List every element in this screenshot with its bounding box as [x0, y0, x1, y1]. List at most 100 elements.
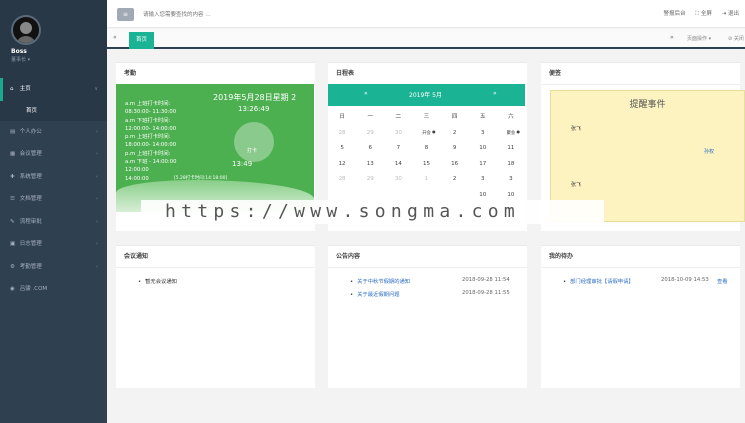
list-item[interactable]: • 部门经理审批【请假申请】 — [563, 277, 634, 285]
calendar-day[interactable]: 2 — [441, 172, 469, 188]
sidebar-subitem-index[interactable]: 首页 — [0, 100, 107, 121]
tab-scroll-left-icon[interactable]: « — [113, 34, 117, 41]
sidebar-item-documents[interactable]: ☰ 文档管理 ‹ — [0, 188, 107, 211]
calendar-day-label: 13 — [366, 160, 374, 167]
top-bar: ≡ 警报后台 ⛶ 全屏 ⇥ 退出 — [107, 0, 745, 28]
notice-link[interactable]: 关于中秋节假期的通知 — [357, 279, 410, 285]
sidebar-item-label: 日志管理 — [19, 241, 42, 247]
calendar-day-label: 7 — [396, 145, 401, 151]
page-ops-dropdown[interactable]: 页面操作 ▾ — [687, 35, 711, 42]
calendar-day[interactable]: 13 — [356, 157, 384, 173]
attendance-schedule: a.m 上班打卡时间: 08:30:00- 11:30:00 a.m 下班打卡时… — [125, 100, 176, 183]
fullscreen-button[interactable]: ⛶ 全屏 — [695, 11, 712, 17]
calendar-week-row: 28 29 30 开会 ● 2 3 聚会 ● — [328, 126, 525, 142]
calendar-weekday: 日 — [339, 114, 345, 120]
schedule-line: a.m 下班打卡时间: — [125, 117, 171, 124]
todo-link[interactable]: 部门经理审批【请假申请】 — [570, 279, 634, 285]
calendar-day[interactable]: 15 — [412, 157, 440, 173]
sidebar-item-system[interactable]: ✚ 系统管理 ‹ — [0, 166, 107, 189]
sidebar-item-attendance[interactable]: ⚙ 考勤管理 ‹ — [0, 256, 107, 279]
office-icon: ▤ — [10, 128, 16, 135]
bullet-icon: • — [138, 279, 142, 285]
user-role-dropdown[interactable]: 董事长 ▾ — [11, 56, 107, 63]
calendar-day[interactable]: 10 — [469, 141, 497, 157]
sidebar-item-site[interactable]: ◉ 吕骏 .COM — [0, 278, 107, 301]
sidebar-item-label: 吕骏 .COM — [19, 286, 48, 292]
calendar-day-label: 开会 — [422, 130, 431, 136]
calendar-event[interactable]: 开会 ● — [412, 126, 440, 142]
calendar-day[interactable]: 17 — [469, 157, 497, 173]
calendar-day-label: 16 — [451, 160, 459, 167]
memo-tag[interactable]: 张飞 — [571, 181, 581, 188]
calendar-day[interactable]: 5 — [328, 141, 356, 157]
calendar-day[interactable]: 8 — [412, 141, 440, 157]
calendar-next-icon[interactable]: » — [493, 90, 497, 97]
notice-date: 2018-09-28 11:55 — [462, 290, 510, 296]
memo-tag[interactable]: 孙权 — [704, 148, 714, 155]
list-item[interactable]: • 关于中秋节假期的通知 — [350, 277, 410, 285]
calendar-day[interactable]: 3 — [469, 172, 497, 188]
avatar[interactable] — [11, 15, 41, 45]
chevron-left-icon: ‹ — [96, 218, 98, 225]
tab-scroll-right-icon[interactable]: » — [670, 34, 674, 41]
calendar-day[interactable]: 30 — [384, 172, 412, 188]
calendar-day[interactable]: 6 — [356, 141, 384, 157]
calendar-day[interactable]: 28 — [328, 126, 356, 142]
sidebar-item-logs[interactable]: ▣ 日志管理 ‹ — [0, 233, 107, 256]
logout-button[interactable]: ⇥ 退出 — [722, 11, 739, 17]
panel-title: 会议通知 — [116, 246, 315, 268]
calendar-day[interactable]: 1 — [412, 172, 440, 188]
calendar-day[interactable]: 28 — [328, 172, 356, 188]
calendar-day[interactable]: 3 — [497, 172, 525, 188]
sidebar-item-personal-office[interactable]: ▤ 个人办公 ‹ — [0, 121, 107, 144]
calendar-day[interactable]: 18 — [497, 157, 525, 173]
calendar-weekday: 二 — [395, 114, 402, 120]
chevron-left-icon: ‹ — [96, 241, 98, 247]
sidebar-item-home[interactable]: ⌂ 主页 ∨ — [0, 78, 107, 101]
sidebar-item-meetings[interactable]: ▦ 会议管理 ‹ — [0, 143, 107, 166]
sidebar-nav: ⌂ 主页 ∨ 首页 ▤ 个人办公 ‹ ▦ 会议管理 ‹ ✚ 系统管理 ‹ ☰ 文… — [0, 78, 107, 301]
admin-link[interactable]: 警报后台 — [664, 11, 686, 17]
search-input[interactable] — [141, 8, 341, 21]
calendar-day[interactable]: 2 — [441, 126, 469, 142]
watermark: https://www.songma.com — [141, 200, 604, 224]
menu-toggle-button[interactable]: ≡ — [117, 8, 134, 21]
panel-title: 我的待办 — [541, 246, 740, 268]
calendar-day[interactable]: 14 — [384, 157, 412, 173]
clock-in-button[interactable] — [234, 122, 274, 162]
calendar-day[interactable]: 12 — [328, 157, 356, 173]
calendar-day[interactable]: 3 — [469, 126, 497, 142]
calendar-day-label: 12 — [338, 160, 346, 167]
chevron-left-icon: ‹ — [96, 128, 98, 135]
profile: Boss 董事长 ▾ — [0, 0, 107, 78]
memo-tag[interactable]: 张飞 — [571, 125, 581, 132]
calendar-event[interactable]: 聚会 ● — [497, 126, 525, 142]
calendar-day[interactable]: 29 — [356, 126, 384, 142]
panel-title: 日程表 — [328, 63, 527, 85]
calendar-day-label: 28 — [338, 129, 346, 136]
attendance-clock: 13:26:49 — [238, 105, 270, 113]
schedule-line: a.m 上班打卡时间: — [125, 101, 171, 107]
calendar-header: « 2019年 5月 » — [328, 84, 525, 106]
calendar-day[interactable]: 30 — [384, 126, 412, 142]
calendar-day-label: 10 — [479, 145, 487, 151]
calendar-day[interactable]: 11 — [497, 141, 525, 157]
todo-view-link[interactable]: 查看 — [717, 277, 728, 285]
calendar-day[interactable]: 29 — [356, 172, 384, 188]
bullet-icon: • — [350, 279, 354, 285]
calendar-weekday: 五 — [480, 114, 486, 120]
chevron-down-icon: ∨ — [94, 86, 98, 92]
calendar-prev-icon[interactable]: « — [364, 90, 368, 97]
bullet-icon: • — [563, 279, 567, 285]
calendar-day[interactable]: 16 — [441, 157, 469, 173]
list-item[interactable]: • 关于最近假期问题 — [350, 290, 400, 298]
calendar-day[interactable]: 9 — [441, 141, 469, 157]
sidebar-item-label: 流程审批 — [19, 218, 42, 225]
calendar-day[interactable]: 7 — [384, 141, 412, 157]
notice-link[interactable]: 关于最近假期问题 — [357, 292, 399, 298]
panel-title: 考勤 — [116, 63, 315, 85]
sidebar: Boss 董事长 ▾ ⌂ 主页 ∨ 首页 ▤ 个人办公 ‹ ▦ 会议管理 ‹ ✚… — [0, 0, 107, 423]
close-tab-button[interactable]: ⊘ 关闭 — [728, 35, 744, 42]
tab-home[interactable]: 首页 — [129, 32, 155, 49]
sidebar-item-approval[interactable]: ✎ 流程审批 ‹ — [0, 211, 107, 234]
